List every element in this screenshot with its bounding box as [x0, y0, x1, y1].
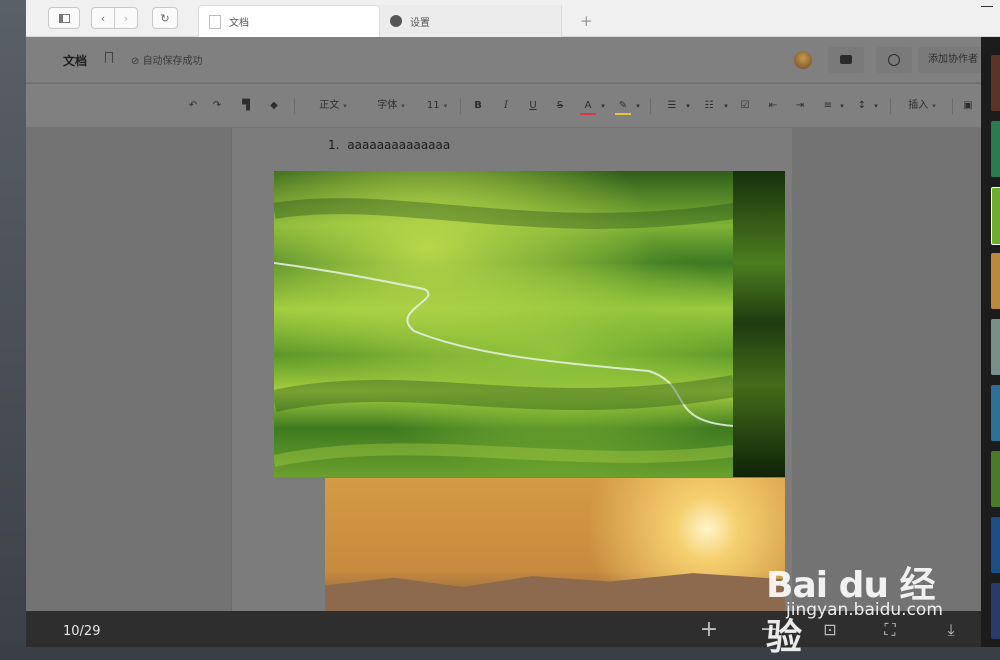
zoom-in-icon[interactable]: + — [699, 619, 719, 641]
reload-button[interactable]: ↻ — [152, 7, 178, 29]
indent-increase-icon[interactable]: ⇥ — [792, 98, 808, 114]
chevron-left-icon: ‹ — [100, 11, 106, 25]
toolbar-divider — [294, 98, 295, 114]
list-number: 1. — [328, 138, 340, 152]
thumbnail-item[interactable] — [991, 385, 1000, 441]
eraser-icon[interactable]: ◆ — [266, 98, 282, 114]
toolbar-divider — [952, 98, 953, 114]
thumbnail-item[interactable] — [991, 319, 1000, 375]
avatar[interactable] — [794, 51, 812, 69]
thumbnail-item[interactable] — [991, 583, 1000, 639]
thumbnail-item[interactable] — [991, 55, 1000, 111]
thumbnail-item[interactable] — [991, 451, 1000, 507]
viewer-image[interactable] — [274, 171, 785, 477]
chevron-down-icon[interactable]: ▾ — [722, 98, 730, 114]
chevron-down-icon[interactable]: ▾ — [838, 98, 846, 114]
align-left-icon[interactable]: ≡ — [820, 98, 836, 114]
settings-icon — [390, 15, 402, 27]
more-tools-icon[interactable]: ▣ — [960, 98, 976, 114]
indent-decrease-icon[interactable]: ⇤ — [765, 98, 781, 114]
list-text: aaaaaaaaaaaaaa — [347, 138, 451, 152]
font-size-select[interactable]: 11 — [422, 98, 452, 114]
line-spacing-icon[interactable]: ↕ — [854, 98, 870, 114]
checklist-icon[interactable]: ☑ — [737, 98, 753, 114]
forward-button[interactable]: › — [114, 7, 138, 29]
desktop-edge — [0, 0, 26, 647]
browser-chrome: ‹ › ↻ 文档 设置 + — [26, 0, 1000, 37]
document-title: 文档 — [63, 54, 88, 68]
comment-button[interactable] — [828, 47, 864, 73]
check-circle-icon: ⊘ — [131, 56, 143, 67]
toolbar-divider — [650, 98, 651, 114]
reload-icon: ↻ — [160, 11, 170, 25]
chevron-down-icon[interactable]: ▾ — [684, 98, 692, 114]
tab-label: 文档 — [229, 18, 249, 29]
paragraph-style-select[interactable]: 正文 — [310, 98, 356, 114]
back-button[interactable]: ‹ — [91, 7, 115, 29]
format-painter-icon[interactable]: ▜ — [238, 98, 254, 114]
ordered-list-icon[interactable]: ☰ — [662, 98, 682, 114]
undo-icon[interactable]: ↶ — [184, 98, 202, 114]
toolbar-divider — [890, 98, 891, 114]
new-tab-button[interactable]: + — [580, 12, 593, 30]
font-family-select[interactable]: 字体 — [368, 98, 414, 114]
font-color-icon[interactable]: A — [580, 98, 596, 115]
strikethrough-icon[interactable]: S — [552, 98, 568, 114]
thumbnail-strip — [981, 37, 1000, 647]
toolbar-divider — [460, 98, 461, 114]
thumbnail-item[interactable] — [991, 121, 1000, 177]
save-status-text: 自动保存成功 — [142, 56, 203, 67]
image-counter: 10/29 — [63, 624, 101, 639]
chevron-down-icon[interactable]: ▾ — [872, 98, 880, 114]
sidebar-toggle-button[interactable] — [48, 7, 80, 29]
tab-label: 设置 — [410, 17, 430, 29]
baidu-jingyan-watermark: Bai du 经验 jingyan.baidu.com — [766, 540, 966, 658]
bold-icon[interactable]: B — [470, 98, 486, 114]
highlight-icon[interactable]: ✎ — [615, 98, 631, 115]
thumbnail-item-selected[interactable] — [991, 187, 1000, 245]
thumbnail-item[interactable] — [991, 517, 1000, 573]
list-item: 1. aaaaaaaaaaaaaa — [328, 138, 450, 152]
minimize-icon[interactable] — [981, 6, 993, 7]
underline-icon[interactable]: U — [525, 98, 541, 114]
chevron-down-icon[interactable]: ▾ — [599, 98, 607, 114]
document-icon — [209, 14, 221, 29]
thumbnail-item[interactable] — [991, 253, 1000, 309]
image-edge-shadow — [733, 171, 785, 477]
landscape-art — [274, 198, 736, 467]
watermark-url: jingyan.baidu.com — [786, 600, 943, 620]
present-button[interactable] — [876, 47, 912, 73]
add-collaborator-button[interactable]: 添加协作者 — [918, 47, 981, 73]
comment-icon — [840, 55, 852, 64]
save-status: ⊘ 自动保存成功 — [131, 52, 203, 67]
chevron-right-icon: › — [123, 11, 129, 25]
document-header: 文档 ⊘ 自动保存成功 添加协作者 — [26, 37, 981, 83]
sidebar-icon — [58, 13, 70, 23]
insert-menu[interactable]: 插入 — [902, 98, 942, 114]
formatting-toolbar: ↶ ↷ ▜ ◆ 正文 字体 11 B I U S A ▾ ✎ ▾ ☰ ▾ ☷ ▾… — [26, 84, 981, 128]
chevron-down-icon[interactable]: ▾ — [634, 98, 642, 114]
italic-icon[interactable]: I — [498, 98, 514, 114]
bullet-list-icon[interactable]: ☷ — [699, 98, 719, 114]
play-icon — [888, 54, 900, 66]
tab-settings[interactable]: 设置 — [380, 5, 562, 37]
redo-icon[interactable]: ↷ — [208, 98, 226, 114]
bookmark-icon[interactable] — [105, 52, 113, 63]
tab-document[interactable]: 文档 — [198, 5, 380, 37]
